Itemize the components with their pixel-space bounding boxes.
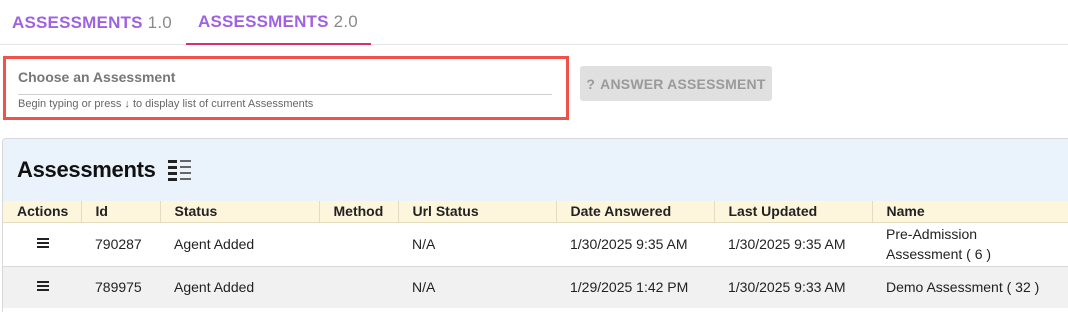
- answer-assessment-button[interactable]: ? ANSWER ASSESSMENT: [580, 66, 772, 101]
- column-header-date-answered[interactable]: Date Answered: [556, 201, 715, 223]
- column-header-method[interactable]: Method: [319, 201, 399, 223]
- tab-version: 1.0: [147, 12, 172, 32]
- column-header-name[interactable]: Name: [872, 201, 1068, 223]
- tab-version: 2.0: [333, 11, 358, 31]
- cell-id: 790287: [95, 236, 142, 252]
- tab-label: ASSESSMENTS: [198, 11, 329, 31]
- table-row[interactable]: 790287 Agent Added N/A 1/30/2025 9:35 AM…: [3, 222, 1068, 266]
- cell-status: Agent Added: [174, 279, 255, 296]
- cell-url-status: N/A: [412, 236, 436, 252]
- table-row[interactable]: 789975 Agent Added N/A 1/29/2025 1:42 PM…: [3, 266, 1068, 308]
- cell-name: Demo Assessment ( 32 ): [886, 279, 1040, 296]
- tab-assessments-2[interactable]: ASSESSMENTS 2.0: [186, 0, 371, 45]
- cell-status: Agent Added: [174, 236, 255, 252]
- column-header-actions[interactable]: Actions: [3, 201, 82, 223]
- hamburger-menu-icon[interactable]: [37, 281, 49, 292]
- panel-title: Assessments: [17, 157, 156, 182]
- tab-assessments-1[interactable]: ASSESSMENTS 1.0: [12, 0, 172, 45]
- cell-id: 789975: [95, 279, 142, 296]
- chooser-hint: Begin typing or press ↓ to display list …: [18, 98, 314, 110]
- tab-bar: ASSESSMENTS 1.0 ASSESSMENTS 2.0: [0, 0, 1068, 45]
- cell-url-status: N/A: [412, 279, 436, 296]
- cell-name: Pre-Admission Assessment ( 6 ): [886, 226, 992, 262]
- row-actions-cell: [3, 266, 81, 308]
- hamburger-menu-icon[interactable]: [37, 238, 49, 249]
- cell-last-updated: 1/30/2025 9:33 AM: [728, 279, 846, 296]
- chooser-input-underline[interactable]: [18, 94, 552, 95]
- column-header-status[interactable]: Status: [160, 201, 320, 223]
- assessment-chooser[interactable]: Choose an Assessment Begin typing or pre…: [3, 56, 569, 120]
- table-header-row: Actions Id Status Method Url Status Date…: [3, 201, 1068, 223]
- cell-date-answered: 1/30/2025 9:35 AM: [570, 236, 688, 252]
- cell-method: [319, 222, 398, 266]
- chooser-label: Choose an Assessment: [18, 69, 176, 85]
- cell-date-answered: 1/29/2025 1:42 PM: [570, 279, 689, 296]
- cell-method: [319, 266, 398, 308]
- cell-last-updated: 1/30/2025 9:35 AM: [728, 236, 846, 252]
- assessments-panel: Assessments Actions Id Status Method Url…: [2, 138, 1068, 312]
- answer-button-label: ANSWER ASSESSMENT: [600, 75, 766, 92]
- panel-header: Assessments: [3, 139, 1068, 201]
- column-header-last-updated[interactable]: Last Updated: [714, 201, 873, 223]
- list-view-icon[interactable]: [167, 159, 192, 181]
- assessments-table: Actions Id Status Method Url Status Date…: [3, 201, 1068, 308]
- row-actions-cell: [3, 222, 81, 266]
- tab-label: ASSESSMENTS: [12, 12, 143, 32]
- column-header-id[interactable]: Id: [81, 201, 161, 223]
- question-icon: ?: [586, 75, 596, 92]
- column-header-url-status[interactable]: Url Status: [398, 201, 557, 223]
